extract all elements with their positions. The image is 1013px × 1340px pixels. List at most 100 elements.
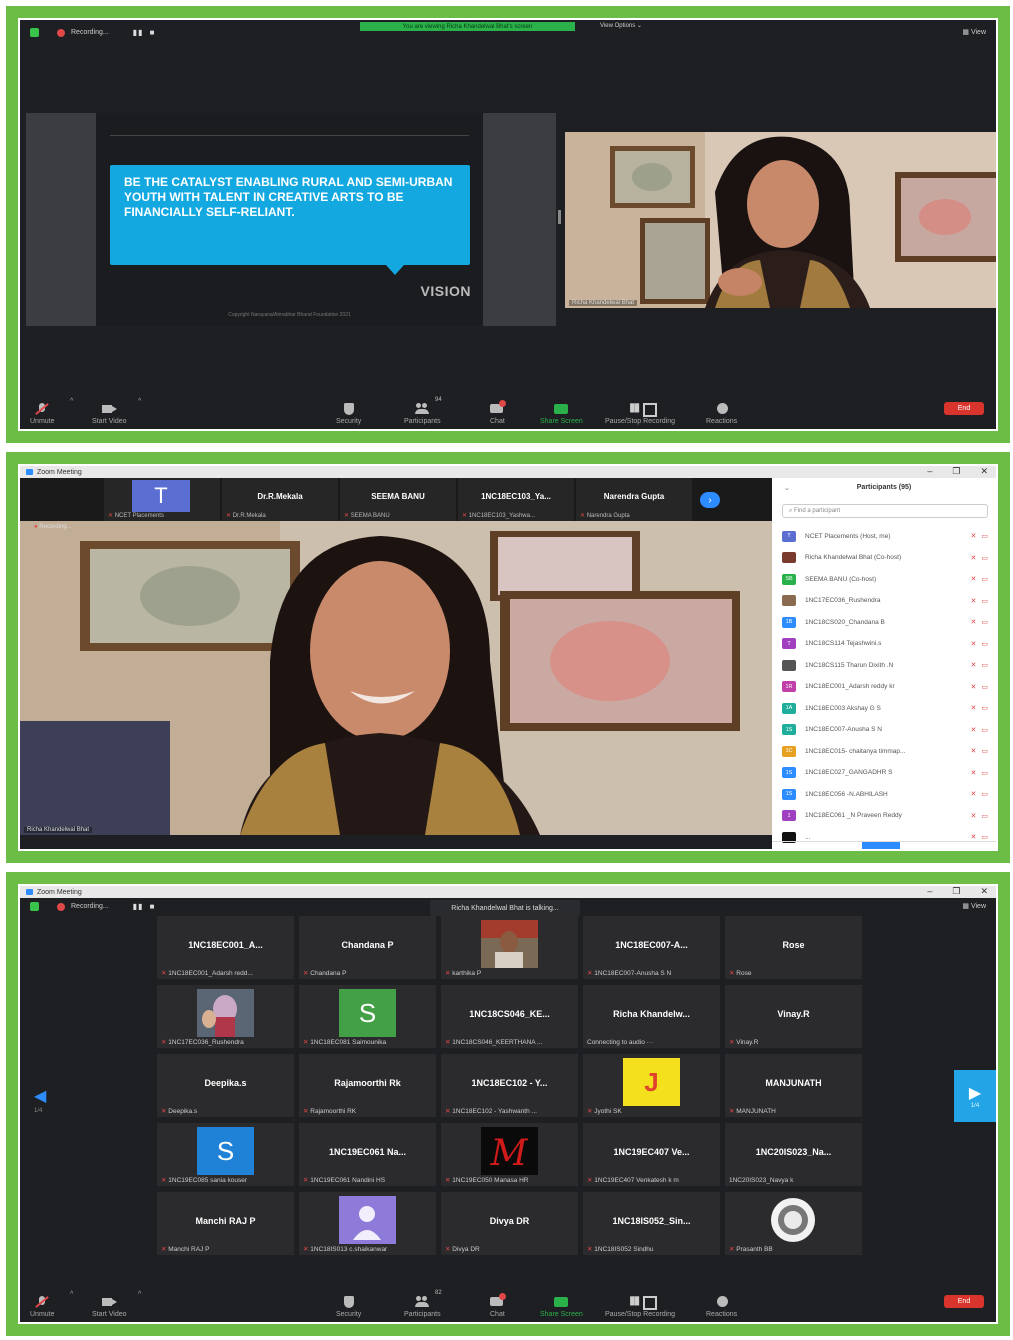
maximize-button[interactable]: ❐ xyxy=(952,466,960,477)
participant-video-tile[interactable]: Chandana P Chandana P xyxy=(299,916,436,979)
muted-mic-icon[interactable]: ✕ xyxy=(971,747,977,755)
start-video-button[interactable]: Start Video xyxy=(92,1296,127,1318)
next-page-button[interactable]: ▶ 1/4 xyxy=(954,1070,996,1122)
participant-row[interactable]: 1NC17EC036_Rushendra ✕ ▭ xyxy=(782,591,988,611)
participant-row[interactable]: 1S 1NC18EC007-Anusha S N ✕ ▭ xyxy=(782,720,988,740)
muted-mic-icon[interactable]: ✕ xyxy=(971,683,977,691)
participant-video-tile[interactable]: S1NC18EC081 Saimounika xyxy=(299,985,436,1048)
view-options-button[interactable]: View Options ⌄ xyxy=(600,22,642,29)
participant-video-tile[interactable]: Deepika.s Deepika.s xyxy=(157,1054,294,1117)
end-meeting-button[interactable]: End xyxy=(944,402,984,415)
muted-mic-icon[interactable]: ✕ xyxy=(971,618,977,626)
next-page-arrow-icon[interactable]: › xyxy=(700,492,720,508)
participant-row[interactable]: T NCET Placements (Host, me) ✕ ▭ xyxy=(782,526,988,546)
participant-row[interactable]: 1B 1NC18CS020_Chandana B ✕ ▭ xyxy=(782,612,988,632)
participant-video-tile[interactable]: JJyothi SK xyxy=(583,1054,720,1117)
muted-mic-icon[interactable]: ✕ xyxy=(971,790,977,798)
participant-video-tile[interactable]: Manchi RAJ P Manchi RAJ P xyxy=(157,1192,294,1255)
muted-mic-icon[interactable]: ✕ xyxy=(971,769,977,777)
video-off-icon[interactable]: ▭ xyxy=(981,726,988,734)
participant-video-tile[interactable]: 1NC18IS013 c.shaikanwar xyxy=(299,1192,436,1255)
participants-button[interactable]: Participants xyxy=(404,403,441,425)
share-screen-button[interactable]: Share Screen xyxy=(540,403,583,425)
video-off-icon[interactable]: ▭ xyxy=(981,812,988,820)
participant-row[interactable]: 1C 1NC18EC015- chaitanya timmap... ✕ ▭ xyxy=(782,741,988,761)
participant-row[interactable]: 1S 1NC18EC027_GANGADHR S ✕ ▭ xyxy=(782,763,988,783)
minimize-button[interactable]: – xyxy=(927,886,932,897)
reactions-button[interactable]: Reactions xyxy=(706,1296,737,1318)
muted-mic-icon[interactable]: ✕ xyxy=(971,554,977,562)
muted-mic-icon[interactable]: ✕ xyxy=(971,833,977,841)
view-button[interactable]: ▦ View xyxy=(962,902,986,910)
thumbnail-tile[interactable]: Dr.R.Mekala Dr.R.Mekala xyxy=(222,478,338,521)
participant-row[interactable]: 1A 1NC18EC003 Akshay G S ✕ ▭ xyxy=(782,698,988,718)
pause-stop-recording-button[interactable]: Pause/Stop Recording xyxy=(605,1293,675,1318)
end-meeting-button[interactable]: End xyxy=(944,1295,984,1308)
participant-video-tile[interactable]: Rose Rose xyxy=(725,916,862,979)
maximize-button[interactable]: ❐ xyxy=(952,886,960,897)
muted-mic-icon[interactable]: ✕ xyxy=(971,726,977,734)
stop-recording-button[interactable]: ■ xyxy=(150,902,156,911)
video-off-icon[interactable]: ▭ xyxy=(981,597,988,605)
video-off-icon[interactable]: ▭ xyxy=(981,790,988,798)
muted-mic-icon[interactable]: ✕ xyxy=(971,704,977,712)
participant-video-tile[interactable]: 1NC18CS046_KE... 1NC18CS046_KEERTHANA ... xyxy=(441,985,578,1048)
mute-all-button[interactable] xyxy=(862,842,900,849)
participant-video-tile[interactable]: Prasanth BB xyxy=(725,1192,862,1255)
pause-recording-button[interactable]: ▮▮ xyxy=(133,902,144,911)
video-off-icon[interactable]: ▭ xyxy=(981,833,988,841)
participant-video-tile[interactable]: Vinay.R Vinay.R xyxy=(725,985,862,1048)
thumbnail-tile[interactable]: Narendra Gupta Narendra Gupta xyxy=(576,478,692,521)
video-off-icon[interactable]: ▭ xyxy=(981,532,988,540)
close-button[interactable]: ✕ xyxy=(980,466,988,477)
chat-button[interactable]: Chat xyxy=(490,400,507,425)
thumbnail-tile[interactable]: SEEMA BANU SEEMA BANU xyxy=(340,478,456,521)
video-off-icon[interactable]: ▭ xyxy=(981,575,988,583)
previous-page-button[interactable]: ◀ 1/4 xyxy=(34,1086,46,1114)
unmute-button[interactable]: Unmute xyxy=(30,403,55,425)
participant-row[interactable]: 1NC18CS115 Tharun Dixith .N ✕ ▭ xyxy=(782,655,988,675)
pause-recording-button[interactable]: ▮▮ xyxy=(133,28,144,37)
participant-video-tile[interactable]: 1NC19EC061 Na... 1NC19EC061 Nandini HS xyxy=(299,1123,436,1186)
participant-row[interactable]: Richa Khandelwal Bhat (Co-host) ✕ ▭ xyxy=(782,548,988,568)
video-off-icon[interactable]: ▭ xyxy=(981,661,988,669)
participant-video-tile[interactable]: 1NC18IS052_Sin... 1NC18IS052 Sindhu xyxy=(583,1192,720,1255)
participant-video-tile[interactable]: Rajamoorthi Rk Rajamoorthi RK xyxy=(299,1054,436,1117)
participant-row[interactable]: 1S 1NC18EC056 -N.ABHILASH ✕ ▭ xyxy=(782,784,988,804)
video-off-icon[interactable]: ▭ xyxy=(981,683,988,691)
video-options-caret[interactable]: ^ xyxy=(138,398,141,405)
participant-video-tile[interactable]: M 1NC19EC050 Manasa HR xyxy=(441,1123,578,1186)
split-resize-handle[interactable] xyxy=(558,210,561,224)
pause-stop-recording-button[interactable]: Pause/Stop Recording xyxy=(605,400,675,425)
muted-mic-icon[interactable]: ✕ xyxy=(971,812,977,820)
participant-row[interactable]: 1 1NC18EC061 _N Praveen Reddy ✕ ▭ xyxy=(782,806,988,826)
participant-video-tile[interactable]: Divya DR Divya DR xyxy=(441,1192,578,1255)
thumbnail-tile[interactable]: 1NC18EC103_Ya... 1NC18EC103_Yashwa... xyxy=(458,478,574,521)
participants-button[interactable]: Participants xyxy=(404,1296,441,1318)
audio-options-caret[interactable]: ^ xyxy=(70,1291,73,1298)
video-off-icon[interactable]: ▭ xyxy=(981,640,988,648)
participant-video-tile[interactable]: MANJUNATH MANJUNATH xyxy=(725,1054,862,1117)
thumbnail-tile[interactable]: T NCET Placements xyxy=(104,478,220,521)
participant-video-tile[interactable]: 1NC19EC407 Ve... 1NC19EC407 Venkatesh k m xyxy=(583,1123,720,1186)
unmute-button[interactable]: Unmute xyxy=(30,1296,55,1318)
muted-mic-icon[interactable]: ✕ xyxy=(971,532,977,540)
share-screen-button[interactable]: Share Screen xyxy=(540,1296,583,1318)
security-button[interactable]: Security xyxy=(336,1296,361,1318)
participant-row[interactable]: T 1NC18CS114 Tejashwini.s ✕ ▭ xyxy=(782,634,988,654)
participant-video-tile[interactable]: Richa Khandelw... Connecting to audio ··· xyxy=(583,985,720,1048)
participant-video-tile[interactable]: S1NC19EC085 sania kouser xyxy=(157,1123,294,1186)
video-off-icon[interactable]: ▭ xyxy=(981,769,988,777)
start-video-button[interactable]: Start Video xyxy=(92,403,127,425)
security-button[interactable]: Security xyxy=(336,403,361,425)
chat-button[interactable]: Chat xyxy=(490,1293,507,1318)
view-button[interactable]: ▦ View xyxy=(962,28,986,36)
video-options-caret[interactable]: ^ xyxy=(138,1291,141,1298)
muted-mic-icon[interactable]: ✕ xyxy=(971,661,977,669)
video-off-icon[interactable]: ▭ xyxy=(981,618,988,626)
close-button[interactable]: ✕ xyxy=(980,886,988,897)
participant-row[interactable]: 1R 1NC18EC001_Adarsh reddy kr ✕ ▭ xyxy=(782,677,988,697)
video-off-icon[interactable]: ▭ xyxy=(981,747,988,755)
participant-video-tile[interactable]: 1NC20IS023_Na... 1NC20IS023_Navya k xyxy=(725,1123,862,1186)
muted-mic-icon[interactable]: ✕ xyxy=(971,640,977,648)
